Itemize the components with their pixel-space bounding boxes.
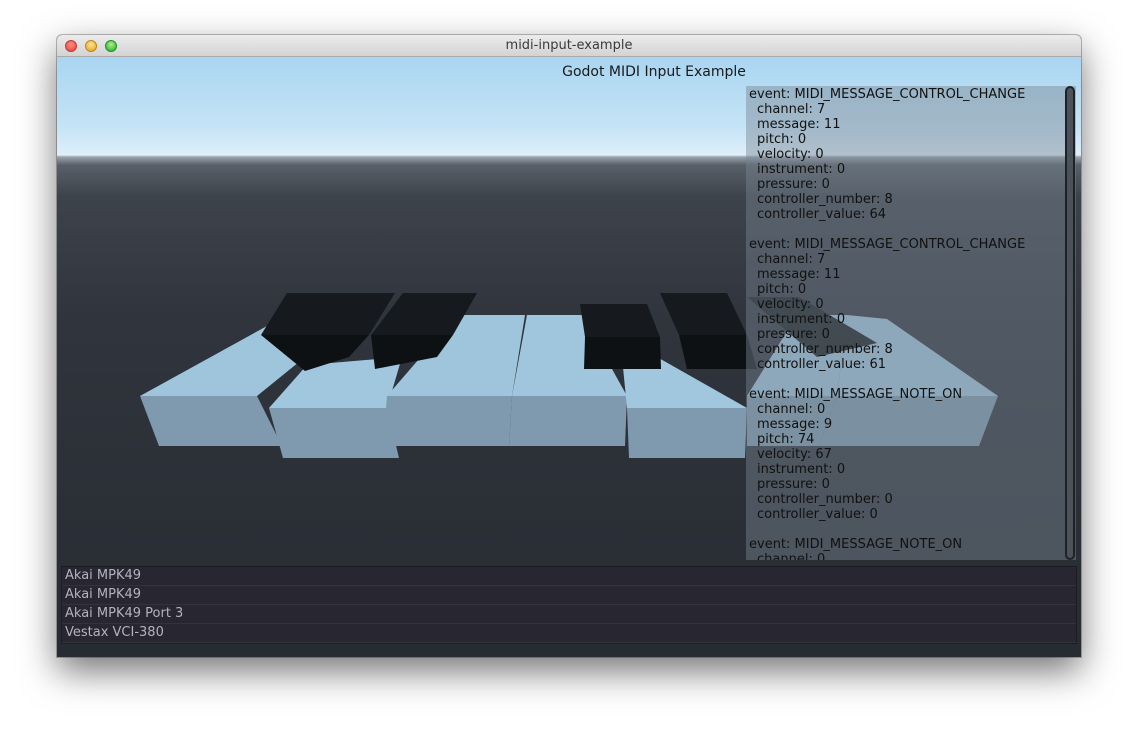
event-field: pitch: 0 (757, 132, 807, 147)
app-window: midi-input-example Godot MIDI Input Exam… (57, 35, 1081, 657)
device-list-item[interactable]: Akai MPK49 (62, 567, 1076, 586)
event-field: pressure: 0 (757, 477, 830, 492)
event-title: event: MIDI_MESSAGE_NOTE_ON (749, 387, 963, 402)
black-key (660, 293, 747, 335)
event-field: velocity: 67 (757, 447, 832, 462)
event-field: channel: 7 (757, 102, 826, 117)
event-field: controller_number: 8 (757, 342, 893, 357)
event-log-content: event: MIDI_MESSAGE_CONTROL_CHANGE channe… (749, 87, 1064, 560)
white-key (509, 396, 627, 446)
event-field: channel: 0 (757, 552, 826, 560)
event-field: controller_value: 61 (757, 357, 887, 372)
event-field: pitch: 0 (757, 282, 807, 297)
log-scrollbar-thumb[interactable] (1067, 88, 1073, 558)
white-key (383, 396, 512, 446)
device-list-item[interactable]: Vestax VCI-380 (62, 624, 1076, 643)
event-field: channel: 0 (757, 402, 826, 417)
event-field: channel: 7 (757, 252, 826, 267)
event-field: instrument: 0 (757, 312, 846, 327)
event-field: controller_number: 8 (757, 192, 893, 207)
event-field: pressure: 0 (757, 327, 830, 342)
title-bar[interactable]: midi-input-example (57, 35, 1081, 57)
event-title: event: MIDI_MESSAGE_CONTROL_CHANGE (749, 237, 1026, 252)
white-key (269, 408, 399, 458)
event-field: instrument: 0 (757, 462, 846, 477)
black-key (261, 293, 395, 335)
scene-title: Godot MIDI Input Example (562, 64, 746, 80)
event-spacer (749, 222, 1064, 237)
event-field: instrument: 0 (757, 162, 846, 177)
black-key (584, 337, 661, 369)
event-field: controller_value: 64 (757, 207, 887, 222)
event-spacer (749, 372, 1064, 387)
device-list-item[interactable]: Akai MPK49 (62, 586, 1076, 605)
white-key (627, 408, 747, 458)
event-field: controller_number: 0 (757, 492, 893, 507)
event-spacer (749, 522, 1064, 537)
midi-event-log[interactable]: event: MIDI_MESSAGE_CONTROL_CHANGE channe… (746, 86, 1076, 560)
black-key (580, 304, 660, 337)
event-field: velocity: 0 (757, 297, 824, 312)
scene-viewport: Godot MIDI Input Example event: MIDI_MES… (57, 57, 1081, 657)
event-field: message: 9 (757, 417, 833, 432)
log-scrollbar[interactable] (1065, 86, 1075, 560)
device-list-item[interactable]: Akai MPK49 Port 3 (62, 605, 1076, 624)
event-title: event: MIDI_MESSAGE_NOTE_ON (749, 537, 963, 552)
event-field: message: 11 (757, 267, 841, 282)
event-field: pressure: 0 (757, 177, 830, 192)
event-field: velocity: 0 (757, 147, 824, 162)
event-title: event: MIDI_MESSAGE_CONTROL_CHANGE (749, 87, 1026, 102)
event-field: controller_value: 0 (757, 507, 878, 522)
midi-device-list: Akai MPK49 Akai MPK49 Akai MPK49 Port 3 Ves… (61, 566, 1077, 644)
event-field: pitch: 74 (757, 432, 815, 447)
white-key (140, 396, 282, 446)
window-title: midi-input-example (505, 38, 633, 53)
event-field: message: 11 (757, 117, 841, 132)
